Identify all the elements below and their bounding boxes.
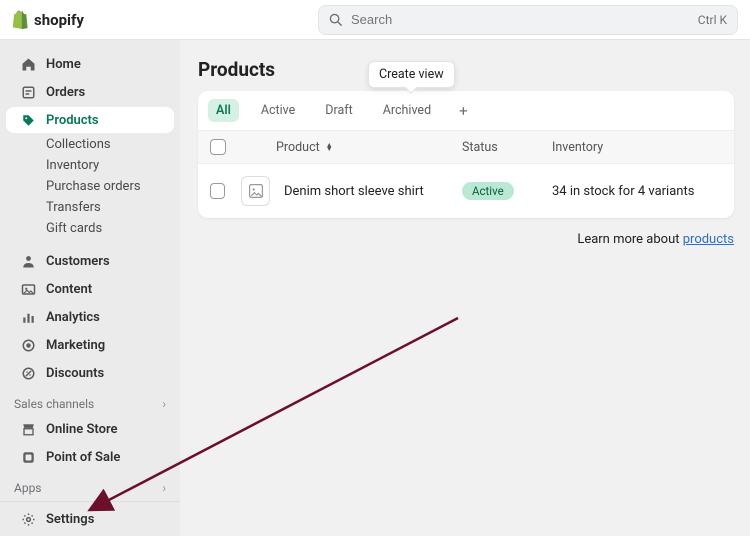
- nav-purchase-orders[interactable]: Purchase orders: [6, 179, 174, 194]
- nav-inventory[interactable]: Inventory: [6, 158, 174, 173]
- table-row[interactable]: Denim short sleeve shirt Active 34 in st…: [198, 164, 734, 218]
- products-icon: [20, 112, 36, 128]
- tabs: All Active Draft Archived +: [198, 91, 734, 130]
- select-all-checkbox[interactable]: [210, 139, 226, 155]
- nav-home[interactable]: Home: [6, 51, 174, 77]
- search-box[interactable]: Ctrl K: [318, 5, 738, 35]
- orders-icon: [20, 84, 36, 100]
- create-view-tooltip: Create view: [368, 61, 455, 88]
- nav-apps-header[interactable]: Apps ›: [0, 471, 180, 499]
- product-thumbnail: [241, 176, 270, 206]
- nav-products[interactable]: Products: [6, 107, 174, 133]
- marketing-icon: [20, 337, 36, 353]
- nav-collections[interactable]: Collections: [6, 137, 174, 152]
- search-icon: [329, 13, 343, 27]
- chevron-right-icon: ›: [162, 397, 166, 411]
- main-content: Products Create view All Active Draft Ar…: [180, 40, 750, 536]
- shopify-bag-icon: [12, 10, 30, 30]
- learn-more: Learn more about products: [198, 232, 734, 247]
- analytics-icon: [20, 309, 36, 325]
- nav-settings[interactable]: Settings: [6, 506, 174, 532]
- brand-text: shopify: [34, 11, 84, 29]
- inventory-text: 34 in stock for 4 variants: [552, 184, 722, 199]
- nav-content[interactable]: Content: [6, 276, 174, 302]
- gear-icon: [20, 511, 36, 527]
- products-card: Create view All Active Draft Archived + …: [198, 91, 734, 218]
- tab-add-view[interactable]: +: [453, 100, 474, 122]
- nav-marketing[interactable]: Marketing: [6, 332, 174, 358]
- table-header: Product ▲▼ Status Inventory: [198, 130, 734, 164]
- image-placeholder-icon: [248, 183, 264, 199]
- nav-orders[interactable]: Orders: [6, 79, 174, 105]
- nav-analytics[interactable]: Analytics: [6, 304, 174, 330]
- chevron-right-icon: ›: [162, 481, 166, 495]
- col-product[interactable]: Product ▲▼: [270, 140, 462, 155]
- search-input[interactable]: [351, 12, 690, 27]
- home-icon: [20, 56, 36, 72]
- learn-more-link[interactable]: products: [683, 232, 734, 247]
- col-status[interactable]: Status: [462, 140, 552, 155]
- sidebar: Home Orders Products Collections Invento…: [0, 40, 180, 536]
- content-icon: [20, 281, 36, 297]
- tab-active[interactable]: Active: [253, 99, 303, 122]
- nav-online-store[interactable]: Online Store: [6, 416, 174, 442]
- status-badge: Active: [462, 182, 514, 200]
- sort-icon: ▲▼: [326, 143, 333, 151]
- nav-customers[interactable]: Customers: [6, 248, 174, 274]
- row-checkbox[interactable]: [210, 183, 225, 199]
- nav-gift-cards[interactable]: Gift cards: [6, 221, 174, 236]
- tab-all[interactable]: All: [208, 99, 239, 122]
- pos-icon: [20, 449, 36, 465]
- nav-transfers[interactable]: Transfers: [6, 200, 174, 215]
- discounts-icon: [20, 365, 36, 381]
- online-store-icon: [20, 421, 36, 437]
- page-title: Products: [198, 58, 734, 81]
- product-name: Denim short sleeve shirt: [270, 184, 462, 199]
- tab-draft[interactable]: Draft: [317, 99, 360, 122]
- tab-archived[interactable]: Archived: [375, 99, 439, 122]
- brand-logo: shopify: [12, 10, 84, 30]
- nav-pos[interactable]: Point of Sale: [6, 444, 174, 470]
- search-shortcut: Ctrl K: [698, 13, 727, 27]
- nav-sales-channels-header[interactable]: Sales channels ›: [0, 387, 180, 415]
- nav-discounts[interactable]: Discounts: [6, 360, 174, 386]
- customers-icon: [20, 253, 36, 269]
- col-inventory[interactable]: Inventory: [552, 140, 722, 155]
